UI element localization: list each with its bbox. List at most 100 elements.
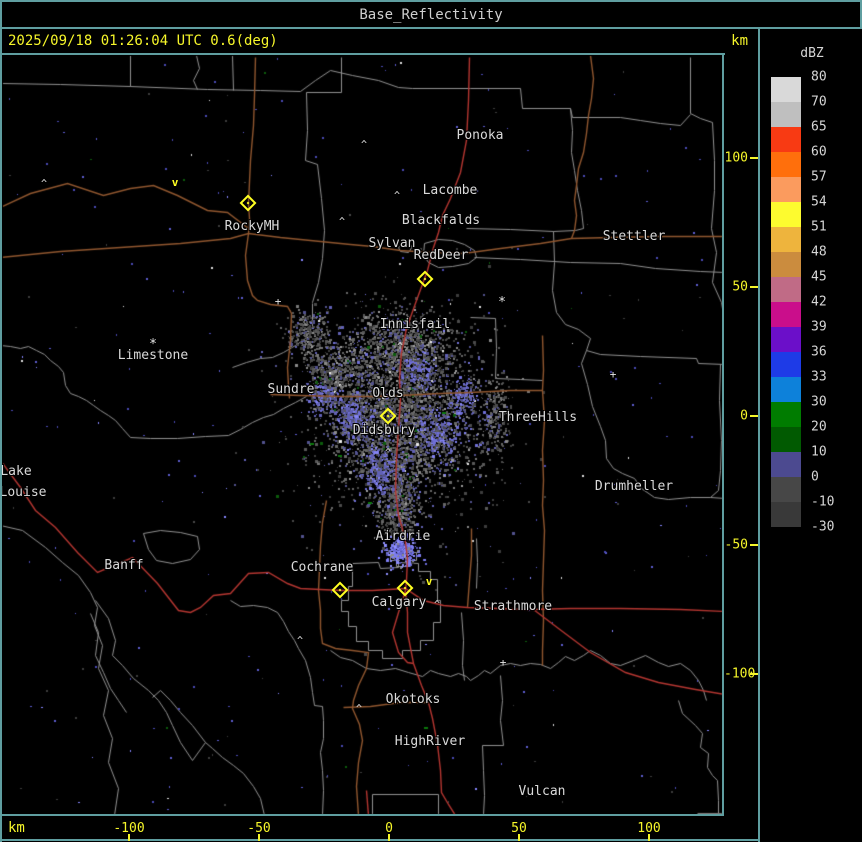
dbz-scale-tick-label: 0 [811, 469, 819, 485]
map-marker-plus-icon: + [499, 655, 507, 669]
dbz-scale-tick-label: 80 [811, 69, 827, 85]
right-axis-tick-label: -100 [724, 666, 756, 682]
city-label: Banff [104, 557, 144, 573]
right-axis-unit-label: km [731, 33, 748, 49]
city-label: Innisfail [379, 316, 451, 332]
dbz-scale-tick-label: 57 [811, 169, 827, 185]
city-label: HighRiver [394, 733, 466, 749]
dbz-scale-tick-label: 39 [811, 319, 827, 335]
dbz-scale-tick-label: -30 [811, 519, 835, 535]
city-label: Sylvan [368, 235, 416, 251]
city-label: Lacombe [422, 182, 478, 198]
city-label: Vulcan [518, 783, 566, 799]
city-label: Cochrane [290, 559, 354, 575]
map-marker-caret-icon: ^ [40, 178, 48, 190]
map-marker-caret-icon: ^ [393, 190, 401, 202]
right-axis-tick-label: -50 [724, 537, 748, 553]
dbz-scale-band [771, 402, 801, 427]
dbz-scale-band [771, 177, 801, 202]
dbz-scale-tick-label: 48 [811, 244, 827, 260]
dbz-scale-band [771, 102, 801, 127]
dbz-scale-tick-label: 51 [811, 219, 827, 235]
map-marker-v-icon: v [425, 574, 433, 588]
bottom-axis-tick [518, 834, 520, 841]
dbz-scale-tick-label: 33 [811, 369, 827, 385]
map-marker-plus-icon: + [609, 367, 617, 381]
map-marker-asterisk-icon: * [149, 336, 157, 352]
frame-title-bottom [0, 27, 862, 29]
city-label: Sundre [267, 381, 315, 397]
city-label: Ponoka [456, 127, 504, 143]
right-axis-tick [750, 286, 758, 288]
dbz-scale-band [771, 77, 801, 102]
scan-timestamp: 2025/09/18 01:26:04 UTC 0.6(deg) [8, 33, 278, 49]
page-title: Base_Reflectivity [359, 7, 503, 23]
map-marker-caret-icon: ^ [338, 216, 346, 228]
frame-top [0, 0, 862, 2]
map-marker-asterisk-icon: * [498, 294, 506, 310]
bottom-axis-tick [128, 834, 130, 841]
right-axis-tick [750, 673, 758, 675]
radar-app-window: Base_Reflectivity 2025/09/18 01:26:04 UT… [0, 0, 862, 842]
dbz-scale-band [771, 427, 801, 452]
dbz-scale-title: dBZ [800, 46, 824, 61]
city-label: Louise [0, 484, 47, 500]
map-marker-caret-icon: ^ [433, 599, 441, 611]
right-axis-tick-label: 50 [732, 279, 748, 295]
dbz-scale-band [771, 152, 801, 177]
city-label: Calgary [371, 594, 427, 610]
dbz-scale-band [771, 377, 801, 402]
frame-left [0, 0, 2, 842]
right-axis-tick [750, 157, 758, 159]
dbz-scale-tick-label: 36 [811, 344, 827, 360]
city-label: ThreeHills [498, 409, 578, 425]
dbz-scale-band [771, 452, 801, 477]
city-label: Olds [372, 385, 404, 401]
bottom-axis-tick [648, 834, 650, 841]
dbz-scale-band [771, 502, 801, 527]
city-label: Strathmore [473, 598, 553, 614]
dbz-scale-band [771, 277, 801, 302]
dbz-scale-band [771, 327, 801, 352]
map-marker-caret-icon: ^ [355, 703, 363, 715]
dbz-scale-band [771, 352, 801, 377]
dbz-scale-tick-label: 60 [811, 144, 827, 160]
dbz-scale-tick-label: 65 [811, 119, 827, 135]
dbz-scale-band [771, 252, 801, 277]
dbz-scale-tick-label: 42 [811, 294, 827, 310]
dbz-scale-band [771, 127, 801, 152]
city-label: RedDeer [413, 247, 469, 263]
dbz-scale-tick-label: 30 [811, 394, 827, 410]
city-label: Stettler [602, 228, 666, 244]
dbz-scale-tick-label: -10 [811, 494, 835, 510]
frame-map-top [0, 53, 725, 55]
dbz-scale-band [771, 302, 801, 327]
dbz-scale-tick-label: 10 [811, 444, 827, 460]
right-axis-tick-label: 0 [740, 408, 748, 424]
dbz-scale-band [771, 202, 801, 227]
map-marker-plus-icon: + [274, 294, 282, 308]
frame-scale-left [758, 28, 760, 842]
map-marker-caret-icon: ^ [296, 635, 304, 647]
dbz-scale-band [771, 477, 801, 502]
city-label: RockyMH [224, 218, 280, 234]
right-axis-tick-label: 100 [724, 150, 748, 166]
map-marker-caret-icon: ^ [384, 447, 392, 459]
map-marker-v-icon: v [171, 175, 179, 189]
right-axis-tick [750, 415, 758, 417]
dbz-scale-band [771, 227, 801, 252]
map-marker-caret-icon: ^ [396, 341, 404, 353]
bottom-axis-tick [258, 834, 260, 841]
dbz-scale-tick-label: 54 [811, 194, 827, 210]
frame-bottom [0, 839, 759, 841]
city-label: Airdrie [375, 528, 431, 544]
frame-map-bottom [0, 814, 724, 816]
city-label: Lake [0, 463, 32, 479]
map-marker-caret-icon: ^ [360, 139, 368, 151]
dbz-scale-tick-label: 70 [811, 94, 827, 110]
dbz-scale-tick-label: 45 [811, 269, 827, 285]
frame-map-right [722, 53, 724, 815]
city-label: Blackfalds [401, 212, 481, 228]
bottom-axis-unit-label: km [8, 820, 25, 836]
city-label: Didsbury [352, 422, 416, 438]
